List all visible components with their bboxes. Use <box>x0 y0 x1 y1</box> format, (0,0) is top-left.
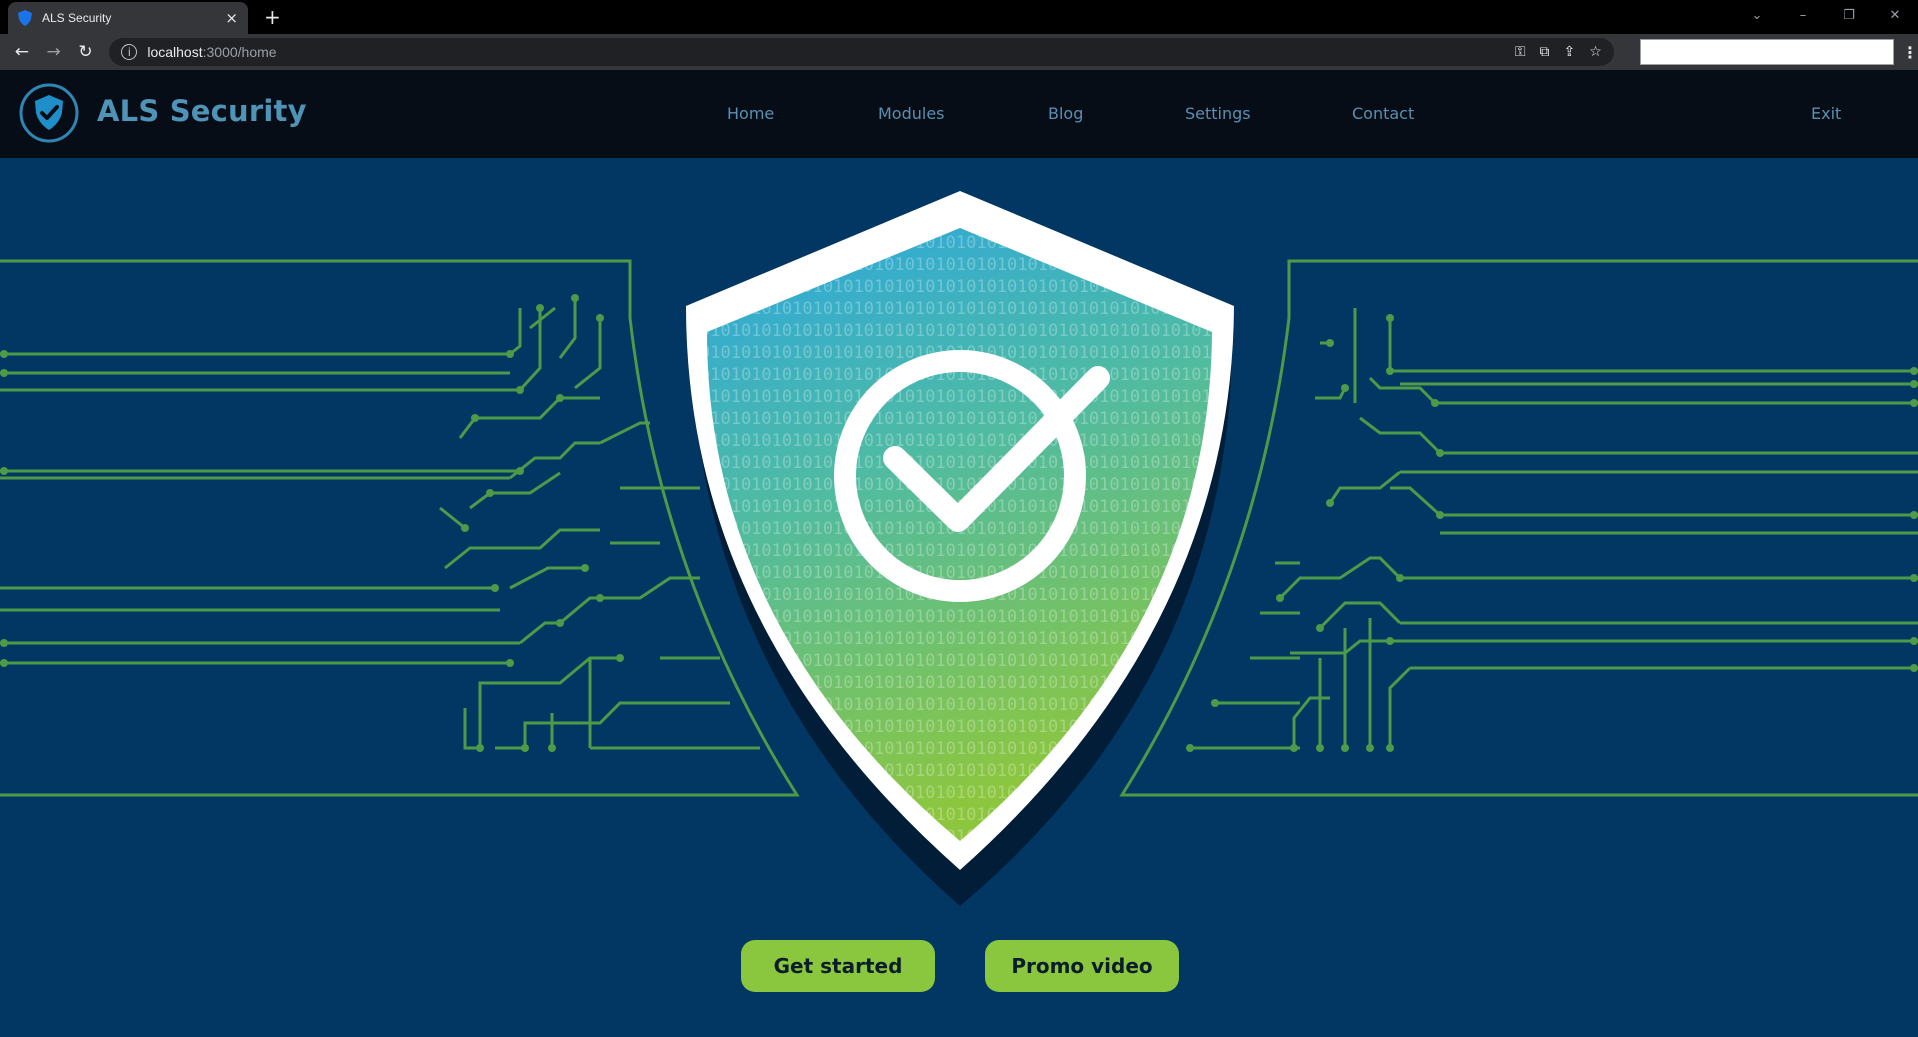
minimize-icon[interactable]: – <box>1780 8 1826 23</box>
share-icon[interactable]: ⇪ <box>1564 44 1576 60</box>
new-tab-icon[interactable]: + <box>264 5 281 29</box>
site-header: ALS Security Home Modules Blog Settings … <box>0 70 1918 158</box>
circuit-right <box>1119 259 1918 797</box>
bookmark-star-icon[interactable]: ☆ <box>1589 44 1602 60</box>
nav-exit[interactable]: Exit <box>1811 104 1841 123</box>
promo-video-button[interactable]: Promo video <box>985 940 1179 992</box>
site-info-icon[interactable]: i <box>121 44 138 60</box>
window-controls: ⌄ – ❐ ✕ <box>1734 0 1918 30</box>
browser-tab-bar: ALS Security × + ⌄ – ❐ ✕ <box>0 0 1918 34</box>
url-host: localhost <box>147 44 203 60</box>
binary-row: 0101010101010101010101010101010101010101… <box>700 717 1355 737</box>
forward-icon[interactable]: → <box>38 42 70 62</box>
nav-home[interactable]: Home <box>727 104 774 123</box>
nav-contact[interactable]: Contact <box>1352 104 1414 123</box>
nav-settings[interactable]: Settings <box>1185 104 1251 123</box>
shield-check-logo-icon[interactable] <box>18 82 80 144</box>
tab-close-icon[interactable]: × <box>225 9 238 27</box>
tab-search-icon[interactable]: ⌄ <box>1734 8 1780 23</box>
binary-row: 0101010101010101010101010101010101010101… <box>700 497 1355 517</box>
browser-tab[interactable]: ALS Security × <box>8 2 248 34</box>
tab-title: ALS Security <box>42 11 112 25</box>
nav-modules[interactable]: Modules <box>878 104 945 123</box>
binary-row: 0101010101010101010101010101010101010101… <box>700 321 1355 341</box>
nav-blog[interactable]: Blog <box>1048 104 1083 123</box>
browser-menu-icon[interactable]: ⋮ <box>1902 43 1918 62</box>
browser-toolbar: ← → ↻ i localhost:3000/home ⚿ ⧉ ⇪ ☆ ⋮ <box>0 34 1918 70</box>
binary-row: 0101010101010101010101010101010101010101… <box>700 343 1355 363</box>
hero-section: 0101010101010101010101010101010101010101… <box>0 158 1918 1037</box>
hero-illustration: 0101010101010101010101010101010101010101… <box>0 191 1918 906</box>
back-icon[interactable]: ← <box>6 42 38 62</box>
restore-icon[interactable]: ❐ <box>1826 8 1872 23</box>
address-bar[interactable]: i localhost:3000/home ⚿ ⧉ ⇪ ☆ <box>109 38 1614 66</box>
close-window-icon[interactable]: ✕ <box>1872 8 1918 23</box>
binary-row: 0101010101010101010101010101010101010101… <box>700 607 1355 627</box>
reload-icon[interactable]: ↻ <box>70 42 102 62</box>
brand-name[interactable]: ALS Security <box>97 94 307 128</box>
binary-row: 0101010101010101010101010101010101010101… <box>700 585 1355 605</box>
binary-row: 0101010101010101010101010101010101010101… <box>700 629 1355 649</box>
key-icon[interactable]: ⚿ <box>1515 44 1526 60</box>
circuit-left <box>0 259 800 797</box>
shield-favicon-icon <box>18 10 32 26</box>
binary-row: 0101010101010101010101010101010101010101… <box>700 299 1355 319</box>
get-started-button[interactable]: Get started <box>741 940 935 992</box>
url-text[interactable]: localhost:3000/home <box>147 44 1515 60</box>
translate-icon[interactable]: ⧉ <box>1540 44 1550 60</box>
binary-row: 0101010101010101010101010101010101010101… <box>700 409 1355 429</box>
binary-row: 0101010101010101010101010101010101010101… <box>700 519 1355 539</box>
extension-input[interactable] <box>1639 39 1895 65</box>
url-path: :3000/home <box>202 44 277 60</box>
